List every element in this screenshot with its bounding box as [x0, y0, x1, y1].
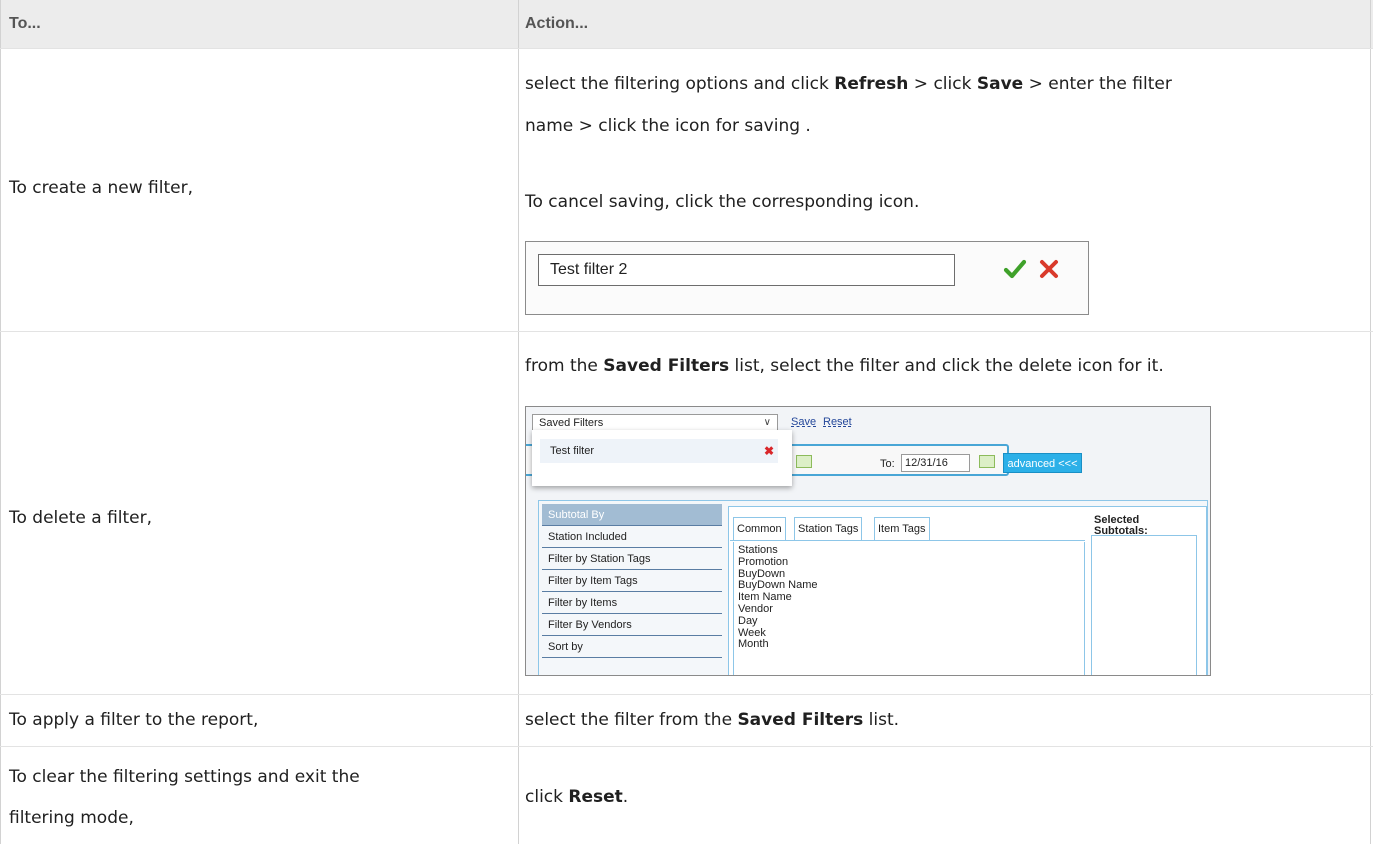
to-date-input[interactable]: 12/31/16: [901, 454, 970, 472]
sidebar-item-station-tags[interactable]: Filter by Station Tags: [542, 548, 722, 570]
red-x-icon[interactable]: [1037, 257, 1061, 281]
table-border-left: [0, 0, 1, 844]
row-create-action-line1: select the filtering options and click R…: [525, 74, 1172, 94]
table-header-row: [0, 0, 1373, 48]
calendar-icon[interactable]: [796, 455, 812, 468]
filter-sidebar: Subtotal By Station Included Filter by S…: [542, 504, 722, 658]
selected-subtotals-heading: Selected Subtotals:: [1094, 514, 1148, 537]
delete-filter-icon[interactable]: ✖: [764, 439, 774, 463]
saved-filters-dropdown: Test filter ✖: [532, 430, 792, 486]
saved-filters-label: Saved Filters: [539, 417, 604, 429]
list-item[interactable]: Vendor: [738, 603, 1084, 616]
chevron-down-icon: ∨: [763, 417, 771, 428]
table-border-right: [1370, 0, 1371, 844]
row-divider: [0, 694, 1373, 695]
list-item[interactable]: Day: [738, 615, 1084, 628]
tab-underline: [730, 540, 1085, 541]
list-item[interactable]: Stations: [738, 544, 1084, 557]
list-item[interactable]: Month: [738, 639, 1084, 651]
selected-subtotals-box[interactable]: [1091, 535, 1197, 675]
row-create-to: To create a new filter,: [9, 178, 193, 198]
tab-station-tags[interactable]: Station Tags: [794, 517, 863, 541]
column-divider: [518, 0, 519, 844]
header-to: To...: [9, 15, 41, 32]
sidebar-item-item-tags[interactable]: Filter by Item Tags: [542, 570, 722, 592]
row-create-action-line3: To cancel saving, click the correspondin…: [525, 192, 920, 212]
sidebar-item-items[interactable]: Filter by Items: [542, 592, 722, 614]
row-divider: [0, 48, 1373, 49]
to-label: To:: [880, 458, 895, 470]
sidebar-item-station-included[interactable]: Station Included: [542, 526, 722, 548]
green-checkmark-icon[interactable]: [1003, 257, 1027, 281]
row-apply-to: To apply a filter to the report,: [9, 710, 259, 730]
row-delete-to: To delete a filter,: [9, 508, 153, 528]
advanced-button[interactable]: advanced <<<: [1003, 453, 1082, 473]
sidebar-item-sort-by[interactable]: Sort by: [542, 636, 722, 658]
list-item[interactable]: Promotion: [738, 556, 1084, 569]
row-clear-to-line1: To clear the filtering settings and exit…: [9, 767, 360, 787]
save-filter-screenshot: Test filter 2: [525, 241, 1089, 315]
saved-filters-screenshot: Saved Filters ∨ Save Reset To: 12/31/16 …: [525, 406, 1211, 676]
row-clear-to-line2: filtering mode,: [9, 808, 134, 828]
header-action: Action...: [525, 15, 589, 32]
reset-link[interactable]: Reset: [823, 416, 852, 428]
row-divider: [0, 746, 1373, 747]
row-create-action-line2: name > click the icon for saving .: [525, 116, 811, 136]
row-clear-action: click Reset.: [525, 787, 629, 807]
list-item[interactable]: Item Name: [738, 591, 1084, 604]
subtotal-field-list: Stations Promotion BuyDown BuyDown Name …: [733, 542, 1085, 675]
row-delete-action: from the Saved Filters list, select the …: [525, 356, 1164, 376]
row-divider: [0, 331, 1373, 332]
tab-common[interactable]: Common: [733, 517, 786, 541]
filter-name-input[interactable]: Test filter 2: [538, 254, 955, 286]
sidebar-item-subtotal-by[interactable]: Subtotal By: [542, 504, 722, 526]
document-page: To... Action... To create a new filter, …: [0, 0, 1373, 844]
row-apply-action: select the filter from the Saved Filters…: [525, 710, 900, 730]
tab-item-tags[interactable]: Item Tags: [874, 517, 930, 541]
calendar-icon[interactable]: [979, 455, 995, 468]
sidebar-item-vendors[interactable]: Filter By Vendors: [542, 614, 722, 636]
list-item[interactable]: Week: [738, 627, 1084, 640]
save-link[interactable]: Save: [791, 416, 816, 428]
dropdown-item-test-filter[interactable]: Test filter ✖: [540, 439, 778, 463]
